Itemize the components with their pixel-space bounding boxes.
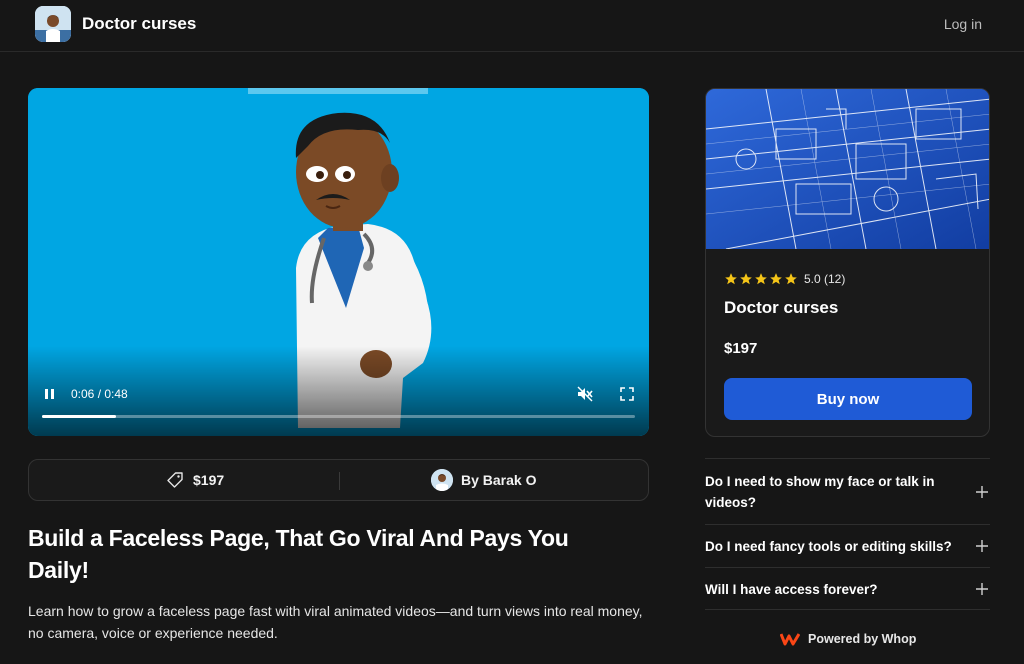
seek-bar[interactable] — [42, 415, 635, 418]
faq-item[interactable]: Do I need to show my face or talk in vid… — [705, 458, 990, 524]
avatar — [431, 469, 453, 491]
price-chip: $197 — [166, 471, 224, 489]
video-player[interactable]: 0:06 / 0:48 — [28, 88, 649, 436]
fullscreen-icon[interactable] — [619, 386, 635, 402]
faq-item[interactable]: Will I have access forever? — [705, 567, 990, 610]
author-chip[interactable]: By Barak O — [431, 469, 536, 491]
faq-question: Will I have access forever? — [705, 582, 878, 597]
card-title: Doctor curses — [724, 298, 839, 317]
divider — [339, 472, 340, 490]
top-bar: Doctor curses Log in — [0, 0, 1024, 52]
rating: 5.0 (12) — [724, 272, 845, 286]
seek-progress — [42, 415, 117, 418]
info-price: $197 — [193, 472, 225, 488]
store-logo[interactable] — [35, 6, 71, 42]
star-icon — [725, 273, 737, 285]
product-info-bar: $197 By Barak O — [28, 459, 649, 501]
faq-list: Do I need to show my face or talk in vid… — [705, 458, 990, 610]
plus-icon — [976, 540, 988, 552]
star-rating — [724, 272, 798, 286]
star-icon — [785, 273, 797, 285]
plus-icon — [976, 486, 988, 498]
star-icon — [755, 273, 767, 285]
product-card: 5.0 (12) Doctor curses $197 Buy now — [705, 88, 990, 437]
login-link[interactable]: Log in — [944, 16, 982, 32]
star-icon — [740, 273, 752, 285]
star-icon — [770, 273, 782, 285]
author-name: By Barak O — [461, 472, 537, 488]
faq-item[interactable]: Do I need fancy tools or editing skills? — [705, 524, 990, 567]
store-name[interactable]: Doctor curses — [82, 14, 196, 34]
whop-logo-icon — [780, 633, 800, 646]
buy-now-button[interactable]: Buy now — [724, 378, 972, 420]
pause-icon[interactable] — [42, 387, 58, 401]
blueprint-image — [706, 89, 989, 249]
faq-question: Do I need fancy tools or editing skills? — [705, 539, 952, 554]
rating-text: 5.0 (12) — [804, 272, 846, 286]
page-title: Build a Faceless Page, That Go Viral And… — [28, 525, 569, 583]
card-price: $197 — [724, 340, 758, 357]
price-tag-icon — [167, 472, 183, 488]
video-time: 0:06 / 0:48 — [71, 387, 128, 401]
product-description: Learn how to grow a faceless page fast w… — [28, 603, 643, 641]
powered-by-whop[interactable]: Powered by Whop — [780, 632, 916, 646]
plus-icon — [976, 583, 988, 595]
muted-speaker-icon[interactable] — [576, 385, 594, 403]
faq-question: Do I need to show my face or talk in vid… — [705, 474, 935, 510]
powered-by-text: Powered by Whop — [808, 632, 917, 646]
